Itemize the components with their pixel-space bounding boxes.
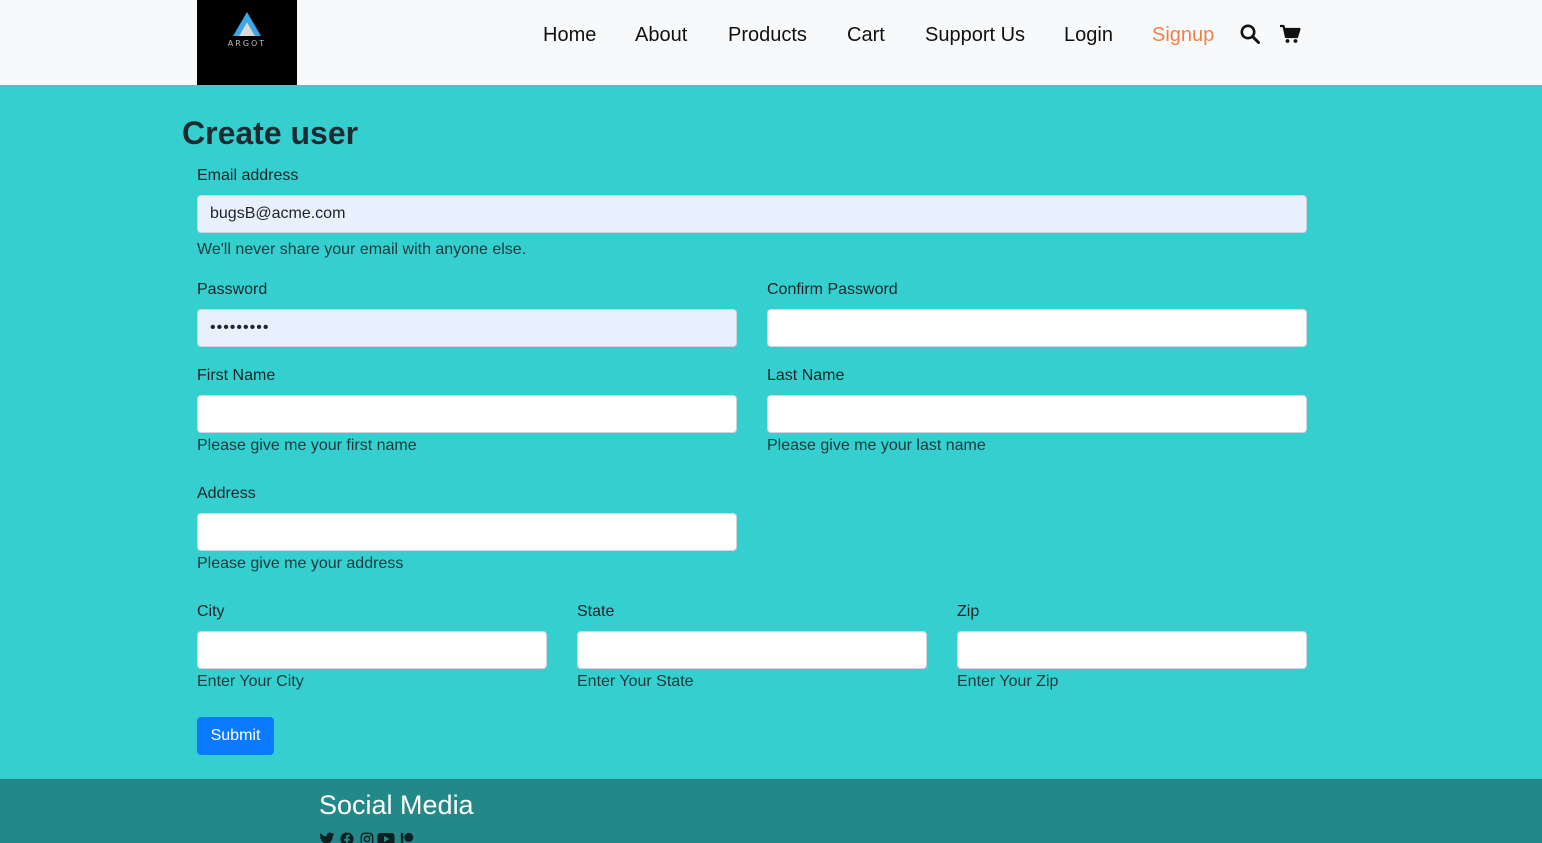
confirm-password-field[interactable]	[767, 309, 1307, 347]
nav-login[interactable]: Login	[1064, 23, 1113, 47]
first-name-label: First Name	[197, 367, 276, 384]
search-icon[interactable]	[1240, 24, 1260, 49]
nav-cart[interactable]: Cart	[847, 23, 885, 47]
nav-products[interactable]: Products	[728, 23, 807, 47]
zip-label: Zip	[957, 603, 980, 620]
address-label: Address	[197, 485, 256, 502]
email-field[interactable]	[197, 195, 1307, 233]
password-label: Password	[197, 281, 268, 298]
facebook-icon[interactable]	[339, 832, 357, 843]
cart-icon[interactable]	[1279, 24, 1301, 49]
patreon-icon[interactable]	[399, 832, 417, 843]
address-help-text: Please give me your address	[197, 555, 404, 572]
twitter-icon[interactable]	[319, 832, 337, 843]
last-name-label: Last Name	[767, 367, 845, 384]
zip-field[interactable]	[957, 631, 1307, 669]
password-field[interactable]	[197, 309, 737, 347]
last-name-help-text: Please give me your last name	[767, 437, 986, 454]
logo-mark-icon	[233, 12, 261, 36]
submit-button[interactable]: Submit	[197, 717, 274, 755]
footer-title: Social Media	[319, 790, 474, 820]
zip-help-text: Enter Your Zip	[957, 673, 1059, 690]
nav-support-us[interactable]: Support Us	[925, 23, 1025, 47]
brand-logo[interactable]: ARGOT	[197, 0, 297, 85]
email-label: Email address	[197, 167, 299, 184]
youtube-icon[interactable]	[377, 832, 395, 843]
email-help-text: We'll never share your email with anyone…	[197, 241, 527, 258]
nav-signup[interactable]: Signup	[1152, 23, 1214, 47]
first-name-help-text: Please give me your first name	[197, 437, 417, 454]
navbar: ARGOT Home About Products Cart Support U…	[0, 0, 1542, 85]
city-field[interactable]	[197, 631, 547, 669]
nav-home[interactable]: Home	[543, 23, 596, 47]
city-help-text: Enter Your City	[197, 673, 304, 690]
first-name-field[interactable]	[197, 395, 737, 433]
footer: Social Media	[0, 779, 1542, 843]
state-label: State	[577, 603, 615, 620]
confirm-password-label: Confirm Password	[767, 281, 898, 298]
address-field[interactable]	[197, 513, 737, 551]
instagram-icon[interactable]	[359, 832, 377, 843]
brand-logo-text: ARGOT	[227, 39, 267, 48]
nav-about[interactable]: About	[635, 23, 687, 47]
state-field[interactable]	[577, 631, 927, 669]
page-title: Create user	[182, 115, 359, 151]
state-help-text: Enter Your State	[577, 673, 694, 690]
city-label: City	[197, 603, 225, 620]
last-name-field[interactable]	[767, 395, 1307, 433]
